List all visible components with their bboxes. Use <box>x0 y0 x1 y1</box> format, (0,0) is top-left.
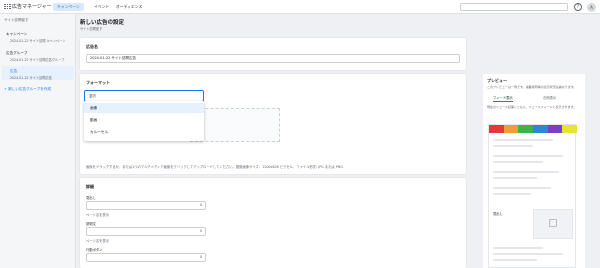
feed-preview-mock: 見出し <box>488 124 578 268</box>
brand[interactable]: 広告マネージャー ▾ <box>4 3 55 10</box>
format-label: フォーマット <box>86 80 110 85</box>
stripe-yellow <box>562 125 578 133</box>
ad-name-label: 広告名 <box>86 44 98 49</box>
detail-card: 詳細 見出し 0 ページ名を表示 説明文 0 ページ名を表示 行動ボタン 0 <box>80 178 466 268</box>
sidebar: サイト訪問促す キャンペーン 2024-01-22 サイト訪問 キャンペーン 広… <box>0 14 76 268</box>
search-input[interactable] <box>460 3 568 11</box>
detail-label: 詳細 <box>86 184 94 189</box>
headline-hint: ページ名を表示 <box>86 213 110 217</box>
placeholder-line <box>493 155 563 157</box>
format-note: 画像をドラッグするか、または1つのマルチメディア画像をクリックしてアップロードし… <box>86 165 343 169</box>
avatar[interactable]: A <box>587 3 596 12</box>
image-icon <box>549 219 557 227</box>
page-title: 新しい広告の設定 <box>80 20 125 26</box>
placeholder-line <box>493 161 543 163</box>
description-count: 0 <box>200 229 203 233</box>
format-option-image[interactable]: 画像 <box>84 103 204 113</box>
stripe-orange <box>503 125 519 133</box>
stripe-blue <box>533 125 548 133</box>
tab-feed-preview[interactable]: フィード表示 <box>493 95 513 102</box>
ad-name-card: 広告名 2024-01-22 サイト訪問広告 <box>80 38 466 70</box>
tab-campaign[interactable]: キャンペーン <box>53 3 84 11</box>
cta-count: 0 <box>200 255 203 259</box>
new-adgroup-link[interactable]: + 新しい広告グループを作成 <box>4 87 51 92</box>
brand-label: 広告マネージャー <box>12 4 52 10</box>
description-label: 説明文 <box>86 222 96 226</box>
breadcrumb: サイト訪問促す <box>4 18 29 22</box>
preview-label: プレビュー <box>487 78 507 83</box>
stripe-purple <box>547 125 563 133</box>
format-option-carousel[interactable]: カルーセル <box>84 127 204 137</box>
ad-name-input[interactable]: 2024-01-22 サイト訪問広告 <box>86 54 460 63</box>
help-icon[interactable]: ? <box>574 3 582 11</box>
sidebar-item-ad[interactable]: 広告 <box>10 69 17 74</box>
preview-description: このプレビューは一例です。掲載場所等の表示状況は異なります。 <box>487 85 577 89</box>
placeholder-line <box>493 139 553 141</box>
chevron-down-icon: ⌄ <box>89 94 93 99</box>
format-option-video[interactable]: 動画 <box>84 115 204 125</box>
mock-headline: 見出し <box>493 212 503 216</box>
sidebar-item-ad-sub: 2024-01-22 サイト訪問広告 <box>10 76 52 80</box>
description-hint: ページ名を表示 <box>86 239 110 243</box>
headline-input[interactable] <box>86 201 206 210</box>
placeholder-line <box>493 177 537 179</box>
headline-count: 0 <box>200 203 203 207</box>
cta-label: 行動ボタン <box>86 248 103 252</box>
stripe-green <box>518 125 534 133</box>
color-stripe <box>489 125 578 133</box>
tab-events[interactable]: イベント <box>90 3 113 11</box>
tab-side-preview[interactable]: 右側表示 <box>543 95 556 100</box>
top-bar: 広告マネージャー ▾ キャンペーン イベント オーディエンス ? A <box>0 0 600 14</box>
cta-input[interactable] <box>86 253 206 262</box>
placeholder-line <box>493 145 533 147</box>
preview-caption: 現在のニュース記事とともに、ニュースフィードに表示されます。 <box>487 105 577 109</box>
sidebar-item-campaign-sub: 2024-01-22 サイト訪問 キャンペーン <box>10 39 66 43</box>
format-menu: 画像 動画 カルーセル <box>84 101 204 141</box>
placeholder-line <box>493 187 551 189</box>
placeholder-line <box>493 247 543 249</box>
headline-label: 見出し <box>86 196 96 200</box>
sidebar-item-adgroup-sub: 2024-01-22 サイト訪問広告グループ <box>10 58 65 62</box>
sidebar-item-adgroup[interactable]: 広告グループ <box>6 51 27 56</box>
placeholder-line <box>493 253 563 255</box>
placeholder-line <box>493 193 531 195</box>
tab-audience[interactable]: オーディエンス <box>112 3 146 11</box>
apps-grid-icon[interactable] <box>4 3 11 10</box>
placeholder-line <box>493 259 537 261</box>
sidebar-item-campaign[interactable]: キャンペーン <box>6 32 27 37</box>
placeholder-line <box>493 171 559 173</box>
page-subtitle: サイト訪問促す <box>80 27 103 31</box>
description-input[interactable] <box>86 227 206 236</box>
stripe-red <box>489 125 504 133</box>
